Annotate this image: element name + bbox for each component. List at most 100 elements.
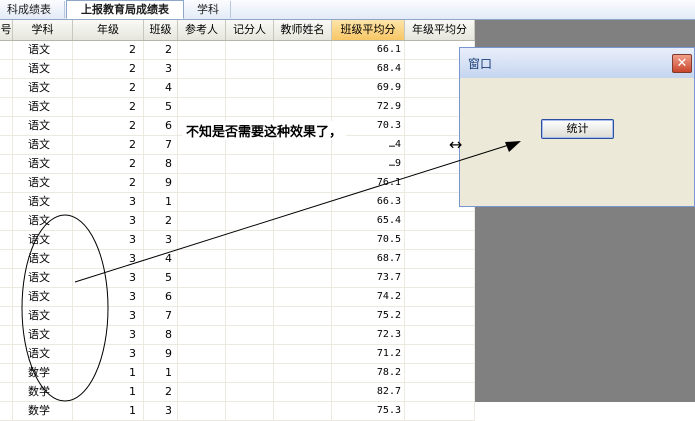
participants-cell[interactable] xyxy=(178,98,226,116)
row-number-cell[interactable] xyxy=(0,174,13,192)
subject-cell[interactable]: 语文 xyxy=(13,117,73,135)
participants-cell[interactable] xyxy=(178,231,226,249)
grade-average-cell[interactable] xyxy=(405,402,475,420)
teacher-cell[interactable] xyxy=(274,402,332,420)
close-icon[interactable]: ✕ xyxy=(672,54,692,73)
subject-cell[interactable]: 语文 xyxy=(13,307,73,325)
subject-cell[interactable]: 语文 xyxy=(13,288,73,306)
subject-cell[interactable]: 数学 xyxy=(13,402,73,420)
grade-cell[interactable]: 3 xyxy=(73,326,144,344)
class-average-cell[interactable]: 69.9 xyxy=(332,79,405,97)
table-row[interactable]: 语文 2 3 68.4 xyxy=(0,60,475,79)
class-average-cell[interactable]: 78.2 xyxy=(332,364,405,382)
scored-cell[interactable] xyxy=(226,288,274,306)
scored-cell[interactable] xyxy=(226,41,274,59)
teacher-cell[interactable] xyxy=(274,231,332,249)
column-header-class[interactable]: 班级 xyxy=(144,20,178,40)
class-cell[interactable]: 5 xyxy=(144,98,178,116)
grade-cell[interactable]: 2 xyxy=(73,174,144,192)
teacher-cell[interactable] xyxy=(274,269,332,287)
row-number-cell[interactable] xyxy=(0,231,13,249)
subject-cell[interactable]: 语文 xyxy=(13,136,73,154)
teacher-cell[interactable] xyxy=(274,41,332,59)
grade-cell[interactable]: 3 xyxy=(73,345,144,363)
column-header-grade-average[interactable]: 年级平均分 xyxy=(405,20,475,40)
subject-cell[interactable]: 语文 xyxy=(13,326,73,344)
participants-cell[interactable] xyxy=(178,60,226,78)
grade-average-cell[interactable] xyxy=(405,326,475,344)
teacher-cell[interactable] xyxy=(274,307,332,325)
subject-cell[interactable]: 语文 xyxy=(13,345,73,363)
class-cell[interactable]: 4 xyxy=(144,250,178,268)
grade-cell[interactable]: 2 xyxy=(73,41,144,59)
table-row[interactable]: 数学 1 1 78.2 xyxy=(0,364,475,383)
scored-cell[interactable] xyxy=(226,98,274,116)
scored-cell[interactable] xyxy=(226,231,274,249)
scored-cell[interactable] xyxy=(226,402,274,420)
teacher-cell[interactable] xyxy=(274,364,332,382)
grade-average-cell[interactable] xyxy=(405,231,475,249)
scored-cell[interactable] xyxy=(226,79,274,97)
scored-cell[interactable] xyxy=(226,212,274,230)
scored-cell[interactable] xyxy=(226,193,274,211)
class-cell[interactable]: 4 xyxy=(144,79,178,97)
grade-cell[interactable]: 3 xyxy=(73,288,144,306)
teacher-cell[interactable] xyxy=(274,98,332,116)
subject-cell[interactable]: 语文 xyxy=(13,250,73,268)
subject-cell[interactable]: 数学 xyxy=(13,383,73,401)
class-cell[interactable]: 9 xyxy=(144,345,178,363)
table-row[interactable]: 语文 2 4 69.9 xyxy=(0,79,475,98)
row-number-cell[interactable] xyxy=(0,326,13,344)
grade-cell[interactable]: 1 xyxy=(73,364,144,382)
class-cell[interactable]: 6 xyxy=(144,117,178,135)
grade-average-cell[interactable] xyxy=(405,307,475,325)
row-number-cell[interactable] xyxy=(0,212,13,230)
row-number-cell[interactable] xyxy=(0,307,13,325)
participants-cell[interactable] xyxy=(178,345,226,363)
statistics-button[interactable]: 统计 xyxy=(541,119,614,139)
participants-cell[interactable] xyxy=(178,250,226,268)
grade-cell[interactable]: 3 xyxy=(73,193,144,211)
table-row[interactable]: 语文 3 6 74.2 xyxy=(0,288,475,307)
grade-average-cell[interactable] xyxy=(405,364,475,382)
subject-cell[interactable]: 语文 xyxy=(13,98,73,116)
scored-cell[interactable] xyxy=(226,307,274,325)
participants-cell[interactable] xyxy=(178,79,226,97)
class-average-cell[interactable]: 75.3 xyxy=(332,402,405,420)
column-header-scored[interactable]: 记分人 xyxy=(226,20,274,40)
table-row[interactable]: 语文 3 5 73.7 xyxy=(0,269,475,288)
tab-subject-scores[interactable]: 科成绩表 xyxy=(0,1,65,18)
subject-cell[interactable]: 数学 xyxy=(13,364,73,382)
class-average-cell[interactable]: 66.3 xyxy=(332,193,405,211)
participants-cell[interactable] xyxy=(178,326,226,344)
class-average-cell[interactable]: 68.4 xyxy=(332,60,405,78)
subject-cell[interactable]: 语文 xyxy=(13,155,73,173)
participants-cell[interactable] xyxy=(178,212,226,230)
participants-cell[interactable] xyxy=(178,269,226,287)
class-cell[interactable]: 8 xyxy=(144,155,178,173)
row-number-cell[interactable] xyxy=(0,136,13,154)
teacher-cell[interactable] xyxy=(274,79,332,97)
teacher-cell[interactable] xyxy=(274,212,332,230)
grade-cell[interactable]: 1 xyxy=(73,383,144,401)
teacher-cell[interactable] xyxy=(274,60,332,78)
grade-cell[interactable]: 2 xyxy=(73,60,144,78)
grade-average-cell[interactable] xyxy=(405,250,475,268)
subject-cell[interactable]: 语文 xyxy=(13,60,73,78)
row-number-cell[interactable] xyxy=(0,402,13,420)
class-average-cell[interactable]: …9 xyxy=(332,155,405,173)
participants-cell[interactable] xyxy=(178,41,226,59)
row-number-cell[interactable] xyxy=(0,41,13,59)
popup-window[interactable]: 窗口 ✕ 统计 xyxy=(459,47,695,207)
class-cell[interactable]: 7 xyxy=(144,307,178,325)
class-cell[interactable]: 3 xyxy=(144,402,178,420)
participants-cell[interactable] xyxy=(178,288,226,306)
table-row[interactable]: 语文 2 9 76.1 xyxy=(0,174,475,193)
subject-cell[interactable]: 语文 xyxy=(13,269,73,287)
participants-cell[interactable] xyxy=(178,402,226,420)
teacher-cell[interactable] xyxy=(274,250,332,268)
class-cell[interactable]: 2 xyxy=(144,383,178,401)
participants-cell[interactable] xyxy=(178,307,226,325)
table-row[interactable]: 数学 1 2 82.7 xyxy=(0,383,475,402)
scored-cell[interactable] xyxy=(226,383,274,401)
